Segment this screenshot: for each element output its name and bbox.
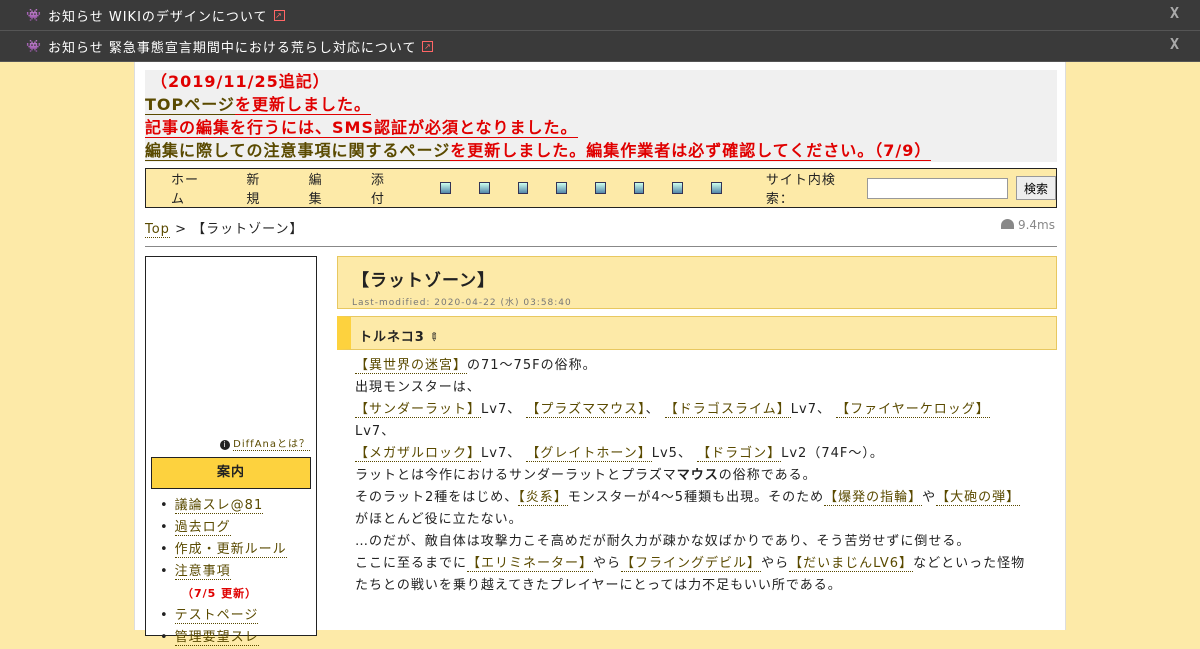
diffana-link[interactable]: i DiffAnaとは？ [220,435,310,451]
link[interactable]: 【爆発の指輪】 [824,490,923,506]
notice-text[interactable]: お知らせ WIKIのデザインについて [48,6,268,25]
breadcrumb-separator: > [175,222,187,237]
save-icon[interactable] [556,182,567,194]
breadcrumb-current: 【ラットゾーン】 [192,222,304,237]
menu-edit[interactable]: 編集 [309,169,336,207]
link[interactable]: 【炎系】 [518,490,568,506]
page-container: （2019/11/25追記） TOPページを更新しました。 記事の編集を行うには… [134,62,1066,646]
info-icon: i [220,440,231,450]
close-button[interactable]: X [1170,35,1180,53]
announce-update-text[interactable]: を更新しました。 [234,95,371,115]
editing-notes-link[interactable]: 編集に際しての注意事項に関するページ [145,141,451,161]
link[interactable]: 【ドラゴスライム】 [664,402,791,418]
article-body: 【異世界の迷宮】の71～75Fの俗称。 出現モンスターは、 【サンダーラット】L… [355,358,1026,593]
invader-icon: 👾 [26,39,42,53]
notice-bar-2[interactable]: 👾 お知らせ 緊急事態宣言期間中における荒らし対応について ↗ X [0,31,1200,62]
editing-notes-text[interactable]: を更新しました。編集作業者は必ず確認してください。（7/9） [450,141,932,161]
sidebar-item[interactable]: テストページ [160,605,287,627]
toolbar: ホーム 新規 編集 添付 サイト内検索： 検索 [145,168,1057,208]
close-button[interactable]: X [1170,4,1180,22]
search-label: サイト内検索： [765,173,836,207]
page-title-box: 【ラットゾーン】 Last-modified: 2020-04-22 (水) 0… [337,256,1057,309]
lock-icon[interactable] [594,182,606,194]
render-timing: 9.4ms [1000,218,1055,232]
link[interactable]: 【メガザルロック】 [355,446,482,462]
sms-notice-link[interactable]: 記事の編集を行うには、SMS認証が必須となりました。 [145,118,578,138]
sidebar-list: 議論スレ@81 過去ログ 作成・更新ルール 注意事項 （7/5 更新） テストペ… [160,495,287,649]
external-link-icon[interactable]: ↗ [273,9,285,21]
link[interactable]: 【異世界の迷宮】 [355,358,468,374]
sidebar-item[interactable]: 過去ログ [160,517,287,539]
sidebar-item[interactable]: 管理要望スレ [160,627,287,649]
update-note: （7/5 更新） [182,587,258,600]
link[interactable]: 【フライングデビル】 [621,556,762,572]
external-link-icon[interactable]: ↗ [422,40,434,52]
sidebar-item[interactable]: 議論スレ@81 [160,495,287,517]
history-icon[interactable] [478,182,490,194]
help-icon[interactable] [711,182,722,194]
sidebar: iDiffAnaとは？ 案内 議論スレ@81 過去ログ 作成・更新ルール 注意事… [145,256,317,646]
breadcrumb-top[interactable]: Top [145,222,170,238]
link[interactable]: 【だいまじんLV6】 [789,556,914,572]
search-input[interactable] [867,177,1009,199]
sidebar-item[interactable]: 注意事項 [160,561,287,583]
breadcrumb: Top > 【ラットゾーン】 [145,218,304,238]
link[interactable]: 【ファイヤーケロッグ】 [836,402,990,418]
link[interactable]: 【グレイトホーン】 [526,446,652,462]
page-title: 【ラットゾーン】 [352,271,496,291]
menu-home[interactable]: ホーム [171,169,211,207]
notice-text[interactable]: お知らせ 緊急事態宣言期間中における荒らし対応について [48,37,416,56]
copy-icon[interactable] [633,182,645,194]
sidebar-heading: 案内 [151,457,311,489]
edit-pencil-icon[interactable]: ✎ [426,329,442,345]
link[interactable]: 【エリミネーター】 [467,556,594,572]
search-button[interactable]: 検索 [1016,176,1056,200]
last-modified: Last-modified: 2020-04-22 (水) 03:58:40 [352,298,572,308]
invader-icon: 👾 [26,8,42,22]
section-heading: トルネコ3✎ [337,316,1057,350]
page-icon[interactable] [672,182,684,194]
link[interactable]: 【サンダーラット】 [355,402,482,418]
main-content: 【ラットゾーン】 Last-modified: 2020-04-22 (水) 0… [337,256,1057,597]
gauge-icon [1000,219,1014,229]
link[interactable]: 【プラズママウス】 [526,402,646,418]
top-page-link[interactable]: TOPページ [145,95,235,115]
link[interactable]: 【大砲の弾】 [936,490,1021,506]
link[interactable]: 【ドラゴン】 [697,446,782,462]
announce-date: （2019/11/25追記） [151,72,330,91]
announcement-box: （2019/11/25追記） TOPページを更新しました。 記事の編集を行うには… [145,70,1057,162]
menu-attach[interactable]: 添付 [371,169,398,207]
sidebar-item[interactable]: 作成・更新ルール [160,539,287,561]
menu-new[interactable]: 新規 [246,169,273,207]
divider [145,246,1057,247]
diff-icon[interactable] [440,182,451,194]
delete-icon[interactable] [517,182,529,194]
notice-bar-1[interactable]: 👾 お知らせ WIKIのデザインについて ↗ X [0,0,1200,31]
